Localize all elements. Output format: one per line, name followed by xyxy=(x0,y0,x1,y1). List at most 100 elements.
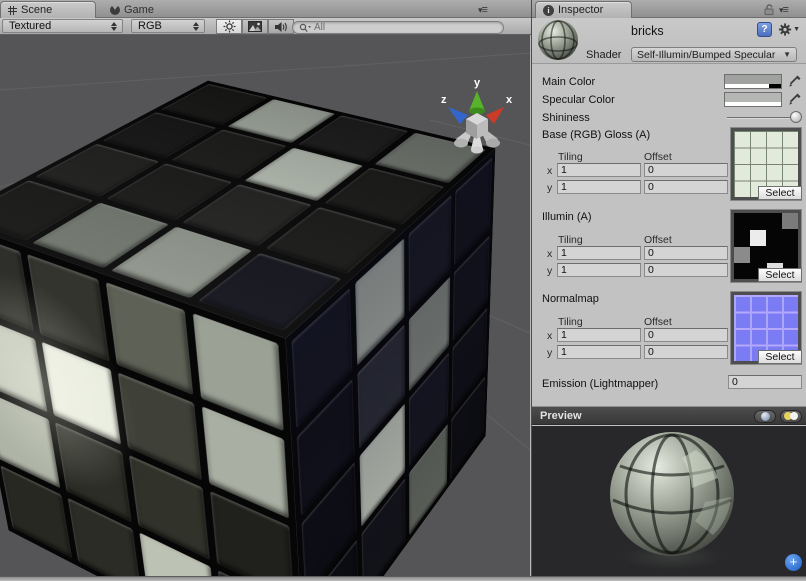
base-tiling-y-input[interactable] xyxy=(557,180,641,194)
scene-overlay-toggle[interactable] xyxy=(242,19,268,34)
light-dot-icon xyxy=(790,412,798,420)
inspector-panel: i Inspector ▾≡ bricks Shader Self-Illumi… xyxy=(531,0,806,581)
main-color-swatch[interactable] xyxy=(724,74,782,89)
offset-header: Offset xyxy=(644,151,672,163)
specular-color-alpha-bar xyxy=(725,102,781,106)
x-row-label: x xyxy=(547,330,552,342)
game-icon xyxy=(110,5,120,15)
material-ball-icon xyxy=(538,20,578,60)
color-mode-value: RGB xyxy=(138,20,162,32)
base-tiling-x-input[interactable] xyxy=(557,163,641,177)
y-row-label: y xyxy=(547,265,552,277)
normalmap-tiling-y-input[interactable] xyxy=(557,345,641,359)
main-color-alpha-bar xyxy=(725,84,781,88)
tiling-header: Tiling xyxy=(558,234,583,246)
gizmo-x-label: x xyxy=(506,94,513,106)
scene-viewport[interactable]: y x z xyxy=(0,35,530,576)
shader-value: Self-Illumin/Bumped Specular xyxy=(637,49,775,61)
emission-input[interactable] xyxy=(728,375,802,389)
scene-orientation-gizmo[interactable]: y x z xyxy=(438,73,516,157)
gizmo-x-cone[interactable] xyxy=(486,107,504,124)
normalmap-select-button[interactable]: Select xyxy=(758,350,802,364)
updown-arrows-icon xyxy=(193,22,200,31)
help-button[interactable]: ? xyxy=(757,22,772,37)
help-glyph: ? xyxy=(761,24,767,35)
shininess-label: Shininess xyxy=(542,112,590,124)
info-icon: i xyxy=(543,5,554,16)
lock-icon[interactable] xyxy=(763,4,775,15)
draw-mode-value: Textured xyxy=(9,20,51,32)
plus-icon: + xyxy=(790,554,798,569)
scene-panel: Scene Game ▾≡ Textured RGB xyxy=(0,0,531,581)
preview-header[interactable]: Preview xyxy=(532,406,806,425)
scene-audio-toggle[interactable] xyxy=(268,19,294,34)
sun-icon xyxy=(223,20,236,33)
material-header: bricks Shader Self-Illumin/Bumped Specul… xyxy=(532,18,806,64)
emission-label: Emission (Lightmapper) xyxy=(542,378,658,390)
preview-title: Preview xyxy=(540,410,582,422)
textured-cube[interactable] xyxy=(94,141,407,544)
tab-inspector-label: Inspector xyxy=(558,4,603,16)
scene-search-input[interactable]: All xyxy=(292,21,504,34)
shader-label: Shader xyxy=(586,49,621,61)
scene-pane-menu-icon[interactable]: ▾≡ xyxy=(478,4,487,16)
x-row-label: x xyxy=(547,248,552,260)
preview-lighting-button[interactable] xyxy=(780,410,802,423)
chevron-down-icon: ▼ xyxy=(793,26,800,33)
draw-mode-dropdown[interactable]: Textured xyxy=(2,19,123,33)
offset-header: Offset xyxy=(644,234,672,246)
specular-color-label: Specular Color xyxy=(542,94,615,106)
scene-grid-icon xyxy=(8,6,17,15)
eyedropper-icon[interactable] xyxy=(788,74,802,89)
chevron-down-icon: ▼ xyxy=(783,50,791,59)
base-select-button[interactable]: Select xyxy=(758,186,802,200)
y-row-label: y xyxy=(547,347,552,359)
offset-header: Offset xyxy=(644,316,672,328)
gizmo-y-label: y xyxy=(474,77,481,89)
section-label-base: Base (RGB) Gloss (A) xyxy=(542,129,650,141)
illumin-tiling-y-input[interactable] xyxy=(557,263,641,277)
gizmo-z-cone[interactable] xyxy=(448,107,468,124)
illumin-offset-y-input[interactable] xyxy=(644,263,728,277)
preview-model-button[interactable] xyxy=(754,410,776,423)
normalmap-offset-y-input[interactable] xyxy=(644,345,728,359)
inspector-pane-menu-icon[interactable]: ▾≡ xyxy=(779,4,788,16)
shader-dropdown[interactable]: Self-Illumin/Bumped Specular ▼ xyxy=(631,47,797,62)
normalmap-tiling-x-input[interactable] xyxy=(557,328,641,342)
search-placeholder: All xyxy=(314,22,325,33)
illumin-select-button[interactable]: Select xyxy=(758,268,802,282)
tab-scene[interactable]: Scene xyxy=(0,1,96,18)
section-label-illumin: Illumin (A) xyxy=(542,211,592,223)
tiling-header: Tiling xyxy=(558,151,583,163)
tiling-header: Tiling xyxy=(558,316,583,328)
material-options-button[interactable]: ▼ xyxy=(778,22,800,37)
gizmo-z-label: z xyxy=(441,94,447,106)
illumin-tiling-x-input[interactable] xyxy=(557,246,641,260)
normalmap-offset-x-input[interactable] xyxy=(644,328,728,342)
scene-toolbar: Textured RGB xyxy=(0,18,531,35)
speaker-icon xyxy=(274,21,288,33)
y-row-label: y xyxy=(547,182,552,194)
section-label-normalmap: Normalmap xyxy=(542,293,599,305)
add-button[interactable]: + xyxy=(785,554,802,571)
color-mode-dropdown[interactable]: RGB xyxy=(131,19,205,33)
scene-tabbar: Scene Game ▾≡ xyxy=(0,0,531,18)
eyedropper-icon[interactable] xyxy=(788,92,802,107)
gear-icon xyxy=(778,22,792,37)
material-name: bricks xyxy=(631,24,664,38)
updown-arrows-icon xyxy=(111,22,118,31)
main-color-label: Main Color xyxy=(542,76,595,88)
scene-lighting-toggle[interactable] xyxy=(216,19,242,34)
tab-game-label: Game xyxy=(124,4,154,16)
shininess-slider-knob[interactable] xyxy=(790,111,802,123)
base-offset-y-input[interactable] xyxy=(644,180,728,194)
window-bottom-edge xyxy=(0,576,806,581)
preview-viewport[interactable]: + xyxy=(532,426,806,576)
base-offset-x-input[interactable] xyxy=(644,163,728,177)
tab-game[interactable]: Game xyxy=(103,1,164,18)
search-icon xyxy=(299,23,311,33)
tab-inspector[interactable]: i Inspector xyxy=(535,1,632,18)
illumin-offset-x-input[interactable] xyxy=(644,246,728,260)
preview-material-sphere xyxy=(610,432,734,556)
specular-color-swatch[interactable] xyxy=(724,92,782,107)
